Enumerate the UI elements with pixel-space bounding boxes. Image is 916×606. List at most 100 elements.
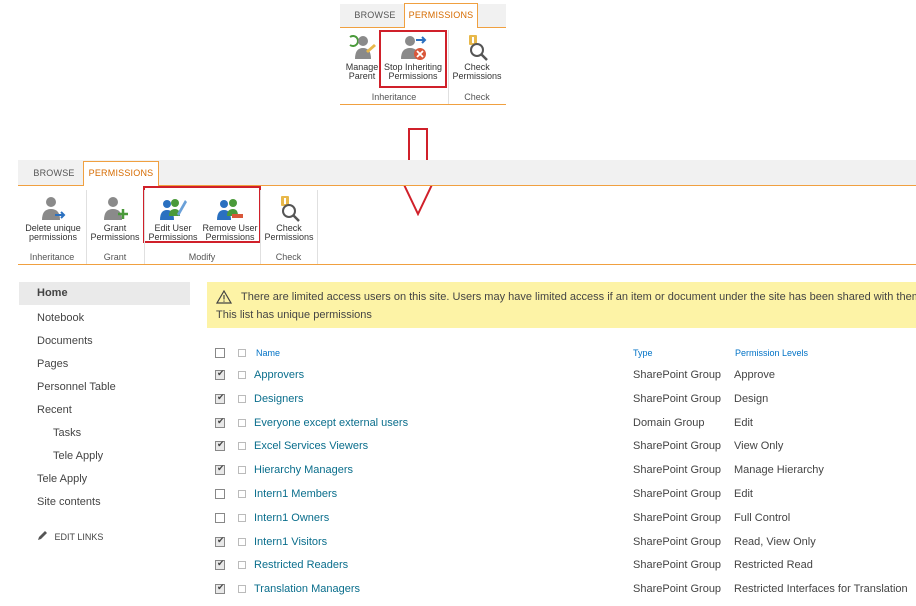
check-permissions-label-2: Permissions (452, 71, 502, 81)
row-select-box[interactable] (238, 513, 246, 522)
group-label-grant: Grant (103, 252, 127, 262)
tab-browse[interactable]: BROWSE (26, 162, 82, 185)
tab-permissions[interactable]: PERMISSIONS (83, 161, 159, 186)
table-row[interactable]: Intern1 Members SharePoint Group Edit (0, 482, 916, 506)
table-row[interactable]: ✔ Designers SharePoint Group Design (0, 387, 916, 411)
manage-parent-button[interactable]: Manage Parent (342, 33, 382, 81)
table-row[interactable]: ✔ Restricted Readers SharePoint Group Restr… (0, 553, 916, 577)
tab-underline (158, 185, 916, 186)
group-label-check: Check (275, 252, 302, 262)
row-checkbox[interactable]: ✔ (215, 368, 225, 380)
check-permissions-icon (281, 196, 300, 222)
highlight-box (379, 30, 447, 88)
permission-levels: Design (734, 392, 769, 405)
group-name-link[interactable]: Translation Managers (254, 583, 360, 595)
group-name-link[interactable]: Excel Services Viewers (254, 440, 368, 452)
permission-levels: Restricted Read (734, 559, 813, 572)
row-select-box[interactable] (238, 561, 246, 570)
delete-unique-label-2: permissions (28, 232, 77, 242)
permission-levels: Edit (734, 416, 753, 429)
group-type: SharePoint Group (633, 559, 722, 572)
row-checkbox[interactable]: ✔ (215, 439, 225, 452)
column-header-type[interactable]: Type (633, 348, 653, 358)
ribbon-bottom-border (340, 104, 506, 105)
nav-item-notebook[interactable]: Notebook (37, 312, 84, 324)
row-select-box[interactable] (238, 442, 246, 451)
row-select-box[interactable] (238, 418, 246, 427)
table-row[interactable]: ✔ Approvers SharePoint Group Approve (0, 363, 916, 387)
column-header-name[interactable]: Name (256, 348, 280, 358)
row-checkbox[interactable]: ✔ (215, 391, 225, 404)
row-checkbox[interactable]: ✔ (215, 415, 225, 428)
row-checkbox[interactable] (215, 512, 225, 523)
group-type: SharePoint Group (633, 583, 722, 596)
group-name-link[interactable]: Intern1 Members (254, 488, 337, 500)
table-row[interactable]: ✔ Everyone except external users Domain Gr… (0, 411, 916, 435)
table-row[interactable]: Intern1 Owners SharePoint Group Full Contr… (0, 506, 916, 530)
group-type: SharePoint Group (633, 464, 722, 477)
check-perm-label-2: Permissions (264, 232, 314, 242)
tab-browse[interactable]: BROWSE (346, 4, 404, 27)
unique-permissions-note: This list has unique permissions (216, 309, 372, 321)
select-all-checkbox[interactable] (215, 348, 225, 358)
top-ribbon-tabbar: BROWSE PERMISSIONS (340, 3, 506, 28)
group-name-link[interactable]: Intern1 Owners (254, 512, 329, 524)
tab-underline (18, 185, 83, 186)
nav-item-home[interactable]: Home (19, 282, 190, 305)
row-select-box[interactable] (238, 585, 246, 594)
check-icon: ✔ (217, 415, 225, 426)
group-name-link[interactable]: Hierarchy Managers (254, 464, 353, 476)
row-select-box[interactable] (238, 490, 246, 498)
row-select-box[interactable] (238, 371, 246, 379)
row-select-box[interactable] (238, 394, 246, 403)
group-label-inheritance: Inheritance (29, 252, 75, 262)
check-icon: ✔ (217, 391, 225, 402)
delete-permissions-icon (42, 197, 66, 220)
select-all-row-checkbox[interactable] (238, 349, 246, 357)
permission-levels: View Only (734, 440, 784, 453)
group-type: SharePoint Group (633, 511, 722, 524)
row-select-box[interactable] (238, 537, 246, 546)
row-checkbox[interactable]: ✔ (215, 582, 225, 595)
row-select-box[interactable] (238, 466, 246, 475)
manage-parent-label-2: Parent (348, 71, 376, 81)
table-row[interactable]: ✔ Translation Managers SharePoint Group Res… (0, 577, 916, 601)
permission-levels: Restricted Interfaces for Translation (734, 583, 908, 596)
row-checkbox[interactable] (215, 489, 225, 499)
limited-access-banner: There are limited access users on this s… (207, 282, 916, 328)
row-checkbox[interactable]: ✔ (215, 558, 225, 571)
table-header: Name Type Permission Levels (0, 344, 916, 362)
check-icon: ✔ (217, 463, 225, 474)
group-name-link[interactable]: Everyone except external users (254, 417, 408, 429)
check-permissions-button[interactable]: Check Permissions (262, 194, 316, 242)
warning-icon (216, 290, 232, 304)
check-permissions-button[interactable]: Check Permissions (450, 33, 504, 81)
row-checkbox[interactable]: ✔ (215, 535, 225, 547)
check-icon: ✔ (217, 439, 225, 450)
check-permissions-icon (469, 35, 488, 61)
group-label-modify: Modify (188, 252, 216, 262)
manage-parent-icon (349, 35, 376, 59)
highlight-box (143, 186, 261, 243)
nav-home-label: Home (37, 287, 68, 299)
group-name-link[interactable]: Approvers (254, 369, 304, 381)
tab-permissions[interactable]: PERMISSIONS (404, 3, 478, 28)
table-row[interactable]: ✔ Hierarchy Managers SharePoint Group Manag… (0, 458, 916, 482)
group-name-link[interactable]: Designers (254, 393, 304, 405)
ribbon-bottom-border (18, 264, 916, 265)
banner-message: There are limited access users on this s… (241, 291, 916, 303)
delete-unique-permissions-button[interactable]: Delete unique permissions (20, 194, 86, 242)
group-type: Domain Group (633, 416, 705, 429)
group-name-link[interactable]: Intern1 Visitors (254, 536, 327, 548)
group-label-check: Check (464, 92, 490, 102)
permissions-table: ✔ Approvers SharePoint Group Approve ✔ Design… (0, 363, 916, 606)
table-row[interactable]: ✔ Intern1 Visitors SharePoint Group Read, V… (0, 530, 916, 554)
column-header-permission-levels[interactable]: Permission Levels (735, 348, 808, 358)
grant-permissions-icon (104, 197, 128, 220)
top-ribbon: BROWSE PERMISSIONS Manage Parent Stop In… (340, 0, 506, 106)
table-row[interactable]: ✔ Excel Services Viewers SharePoint Group V… (0, 434, 916, 458)
row-checkbox[interactable]: ✔ (215, 463, 225, 476)
check-icon: ✔ (217, 558, 225, 569)
grant-permissions-button[interactable]: Grant Permissions (88, 194, 142, 242)
group-name-link[interactable]: Restricted Readers (254, 559, 348, 571)
